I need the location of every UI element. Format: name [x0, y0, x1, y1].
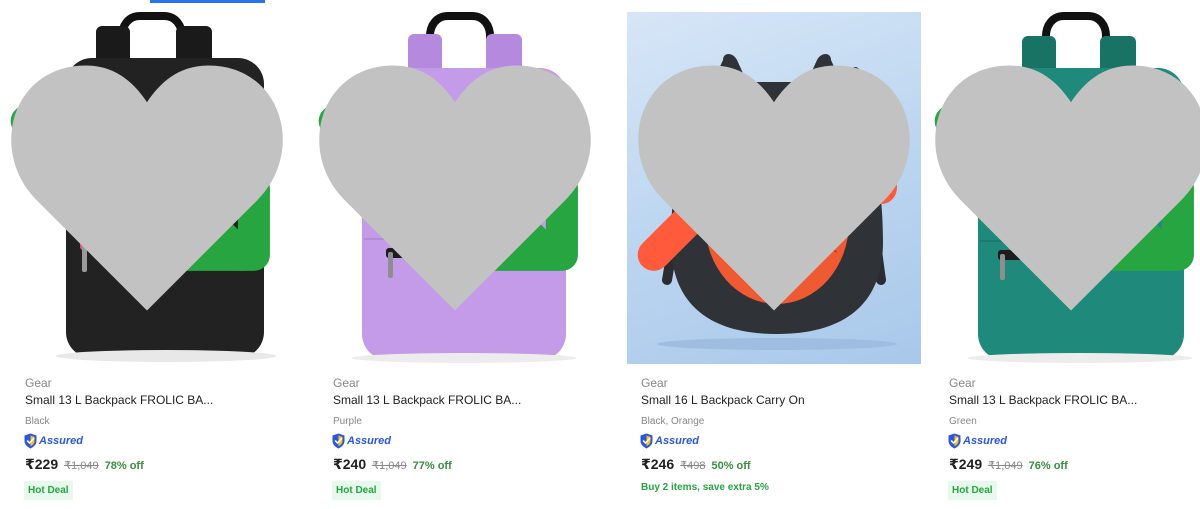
original-price: ₹1,049	[372, 460, 407, 472]
discount-percent: 76% off	[1028, 460, 1068, 472]
product-card[interactable]: Gear Small 16 L Backpack Carry On Black,…	[616, 0, 924, 509]
product-title[interactable]: Small 16 L Backpack Carry On	[641, 393, 805, 407]
assured-badge: Assured	[24, 432, 83, 450]
assured-label: Assured	[347, 435, 392, 447]
product-color: Black	[25, 416, 50, 427]
assured-badge: Assured	[332, 432, 391, 450]
bundle-offer-text: Buy 2 items, save extra 5%	[641, 482, 769, 493]
product-card[interactable]: GE AR Gear Small 13 L Backpack FROLIC BA…	[308, 0, 616, 509]
hot-deal-badge: Hot Deal	[24, 481, 73, 500]
product-brand: Gear	[333, 376, 360, 390]
discount-percent: 77% off	[412, 460, 452, 472]
product-card[interactable]: GE AR Gear Small 13 L Backpack FROLIC BA…	[924, 0, 1200, 509]
wishlist-heart-icon[interactable]	[924, 12, 1200, 364]
selling-price: ₹249	[949, 456, 983, 472]
assured-label: Assured	[39, 435, 84, 447]
product-grid: GE AR Gear Small 13 L Backpack FROLIC BA…	[0, 0, 1200, 509]
price-row: ₹240 ₹1,049 77% off	[333, 456, 452, 473]
price-row: ₹246 ₹498 50% off	[641, 456, 751, 473]
discount-percent: 78% off	[104, 460, 144, 472]
wishlist-heart-icon[interactable]	[627, 12, 921, 364]
price-row: ₹249 ₹1,049 76% off	[949, 456, 1068, 473]
assured-badge: Assured	[640, 432, 699, 450]
product-color: Green	[949, 416, 977, 427]
product-card[interactable]: GE AR Gear Small 13 L Backpack FROLIC BA…	[0, 0, 308, 509]
assured-shield-icon	[948, 433, 961, 449]
assured-label: Assured	[655, 435, 700, 447]
hot-deal-badge: Hot Deal	[332, 481, 381, 500]
discount-percent: 50% off	[711, 460, 751, 472]
wishlist-heart-icon[interactable]	[0, 12, 294, 364]
price-row: ₹229 ₹1,049 78% off	[25, 456, 144, 473]
product-image[interactable]: GE AR	[924, 12, 1200, 364]
product-brand: Gear	[641, 376, 668, 390]
assured-shield-icon	[332, 433, 345, 449]
selling-price: ₹229	[25, 456, 59, 472]
assured-shield-icon	[640, 433, 653, 449]
product-brand: Gear	[949, 376, 976, 390]
original-price: ₹1,049	[64, 460, 99, 472]
product-image[interactable]: GE AR	[0, 12, 294, 364]
product-image[interactable]: GE AR	[308, 12, 602, 364]
original-price: ₹498	[680, 460, 706, 472]
product-color: Black, Orange	[641, 416, 705, 427]
hot-deal-badge: Hot Deal	[948, 481, 997, 500]
assured-shield-icon	[24, 433, 37, 449]
product-title[interactable]: Small 13 L Backpack FROLIC BA...	[333, 393, 521, 407]
original-price: ₹1,049	[988, 460, 1023, 472]
wishlist-heart-icon[interactable]	[308, 12, 602, 364]
product-title[interactable]: Small 13 L Backpack FROLIC BA...	[25, 393, 213, 407]
selling-price: ₹240	[333, 456, 367, 472]
assured-badge: Assured	[948, 432, 1007, 450]
selling-price: ₹246	[641, 456, 675, 472]
product-brand: Gear	[25, 376, 52, 390]
product-title[interactable]: Small 13 L Backpack FROLIC BA...	[949, 393, 1137, 407]
assured-label: Assured	[963, 435, 1008, 447]
product-image[interactable]	[627, 12, 921, 364]
product-color: Purple	[333, 416, 362, 427]
